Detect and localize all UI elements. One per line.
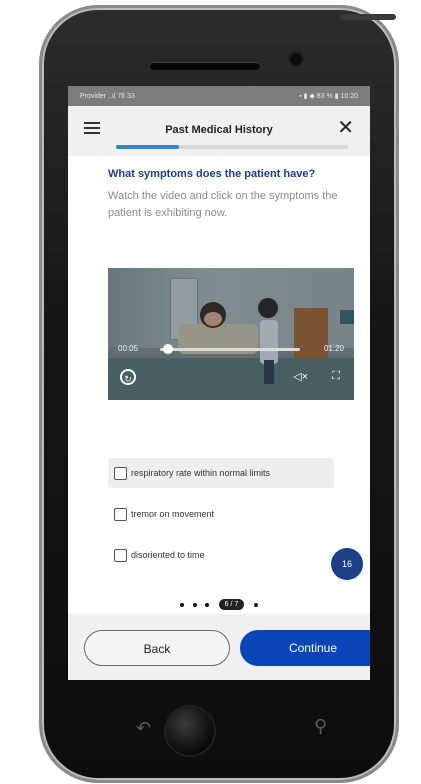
- page-indicator: 6 / 7: [68, 596, 370, 611]
- symptom-options: respiratory rate within normal limits tr…: [108, 458, 354, 581]
- question-title: What symptoms does the patient have?: [108, 168, 316, 180]
- page-dot[interactable]: [192, 602, 197, 607]
- fullscreen-icon[interactable]: ⛶: [332, 370, 340, 383]
- video-seek-handle[interactable]: [163, 344, 173, 354]
- option-label: respiratory rate within normal limits: [131, 468, 271, 478]
- question-block: What symptoms does the patient have? Wat…: [68, 167, 370, 222]
- search-softkey-icon[interactable]: ⚲: [314, 716, 327, 737]
- option-label: disoriented to time: [131, 550, 205, 560]
- option-tremor[interactable]: tremor on movement: [114, 499, 354, 529]
- option-respiratory-rate[interactable]: respiratory rate within normal limits: [108, 458, 334, 488]
- volume-icon[interactable]: ◁×: [293, 370, 308, 383]
- status-right: ▪ ▮ ◆ 83 % ▮ 10:20: [299, 93, 358, 100]
- back-softkey-icon[interactable]: ↶: [136, 718, 151, 739]
- power-button: [340, 14, 396, 20]
- help-badge[interactable]: 16: [331, 548, 363, 580]
- continue-button[interactable]: Continue: [240, 630, 370, 666]
- home-button[interactable]: [166, 707, 214, 755]
- speaker-grille: [150, 62, 260, 70]
- checkbox[interactable]: [114, 466, 127, 480]
- replay-icon[interactable]: ↻: [120, 369, 136, 385]
- checkbox[interactable]: [114, 548, 127, 562]
- front-camera: [290, 53, 302, 65]
- checkbox[interactable]: [114, 507, 127, 521]
- page-title: Past Medical History: [165, 124, 273, 136]
- page-dot[interactable]: [205, 602, 210, 607]
- page-dot[interactable]: [253, 602, 258, 607]
- status-left: Provider ..ıl 76 33: [80, 92, 135, 100]
- progress-fill: [116, 145, 179, 149]
- video-current-time: 00:05: [118, 344, 139, 353]
- close-icon[interactable]: ✕: [337, 118, 354, 138]
- app-screen: Provider ..ıl 76 33 ▪ ▮ ◆ 83 % ▮ 10:20 P…: [68, 86, 370, 680]
- video-duration: 01:20: [323, 344, 344, 353]
- video-player[interactable]: 00:05 01:20 ↻ ◁× ⛶: [108, 268, 354, 400]
- footer-actions: Back Continue: [68, 614, 370, 680]
- app-header: Past Medical History ✕: [68, 106, 370, 156]
- video-seek-bar[interactable]: [160, 348, 300, 351]
- status-bar: Provider ..ıl 76 33 ▪ ▮ ◆ 83 % ▮ 10:20: [68, 86, 370, 106]
- page-dot[interactable]: [180, 602, 185, 607]
- back-button[interactable]: Back: [84, 630, 230, 666]
- progress-bar: [116, 145, 348, 149]
- current-page-pill: 6 / 7: [218, 599, 245, 611]
- option-label: tremor on movement: [131, 509, 215, 519]
- question-instructions: Watch the video and click on the symptom…: [108, 190, 338, 219]
- option-disoriented[interactable]: disoriented to time: [114, 540, 354, 570]
